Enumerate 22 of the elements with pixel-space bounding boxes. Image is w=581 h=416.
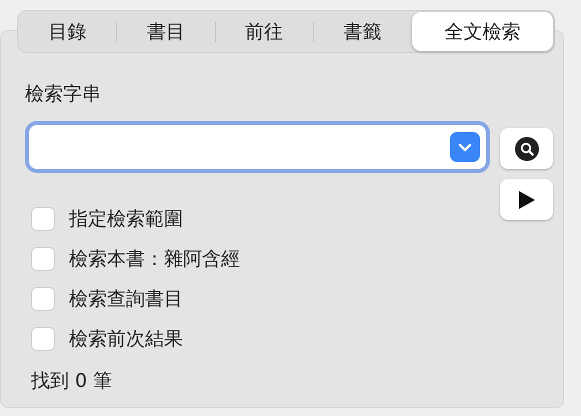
checkbox[interactable] (31, 327, 55, 351)
checkbox[interactable] (31, 207, 55, 231)
checkbox-label: 檢索本書：雜阿含經 (69, 247, 240, 272)
tab[interactable]: 前往 (216, 12, 313, 51)
search-button[interactable] (500, 128, 553, 169)
checkbox-label: 指定檢索範圍 (69, 207, 183, 232)
play-icon (518, 190, 536, 210)
checkbox-label: 檢索查詢書目 (69, 287, 183, 312)
checkbox[interactable] (31, 287, 55, 311)
checkbox[interactable] (31, 247, 55, 271)
chevron-down-icon (458, 142, 472, 152)
dropdown-button[interactable] (450, 132, 480, 162)
search-string-label: 檢索字串 (25, 82, 102, 107)
result-count: 找到 0 筆 (30, 369, 114, 394)
play-button[interactable] (500, 179, 553, 220)
checkbox-label: 檢索前次結果 (69, 327, 183, 352)
tab[interactable]: 目錄 (19, 12, 116, 51)
search-combo-box[interactable] (25, 121, 490, 173)
tab[interactable]: 書籤 (314, 12, 411, 51)
tab[interactable]: 全文檢索 (412, 12, 554, 51)
search-icon (514, 136, 538, 160)
tab[interactable]: 書目 (117, 12, 214, 51)
